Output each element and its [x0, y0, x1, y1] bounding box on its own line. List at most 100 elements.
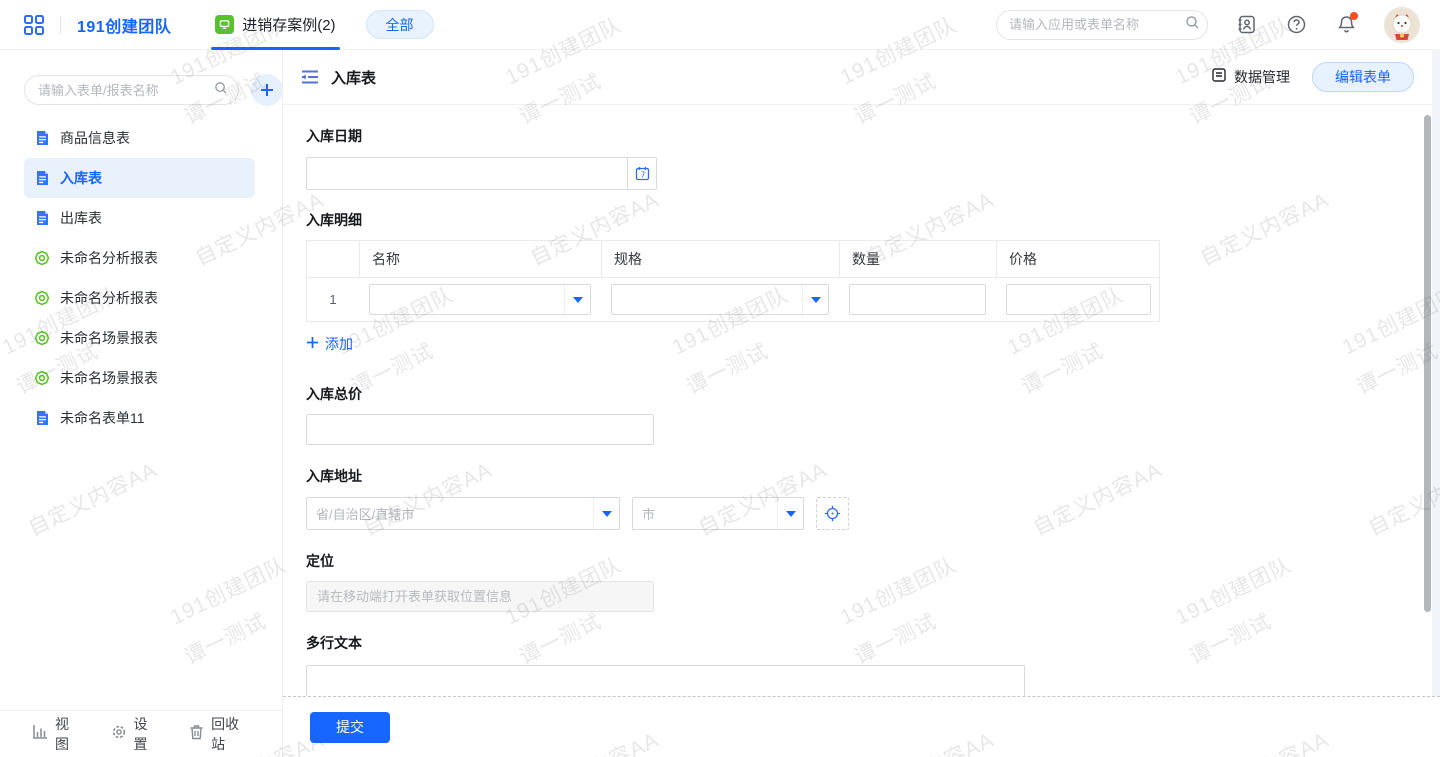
add-row-button[interactable]: 添加	[306, 334, 353, 354]
sidebar-list: 商品信息表入库表出库表未命名分析报表未命名分析报表未命名场景报表未命名场景报表未…	[0, 118, 282, 710]
sidebar-item-label: 未命名分析报表	[60, 288, 158, 308]
sidebar-item[interactable]: 入库表	[24, 158, 255, 198]
header-right	[996, 7, 1420, 43]
city-select[interactable]: 市	[632, 497, 804, 530]
sidebar-item[interactable]: 商品信息表	[24, 118, 255, 158]
detail-index-header	[307, 241, 359, 277]
report-icon	[34, 250, 50, 266]
sidebar-views-label: 视图	[55, 714, 81, 754]
dropdown-caret-icon	[777, 498, 803, 529]
form-content: 入库日期 7 入库明细 名称规格数量价格 1	[283, 105, 1440, 696]
sidebar-item-label: 未命名表单11	[60, 408, 145, 428]
form-doc-icon	[34, 410, 50, 426]
edit-form-button[interactable]: 编辑表单	[1312, 62, 1414, 92]
detail-column-header: 规格	[601, 241, 839, 277]
team-name[interactable]: 191创建团队	[77, 13, 171, 37]
sidebar-item[interactable]: 未命名分析报表	[24, 238, 255, 278]
vertical-scrollbar[interactable]	[1424, 115, 1431, 612]
report-icon	[34, 370, 50, 386]
add-plus-icon	[306, 336, 319, 352]
quantity-input[interactable]	[849, 284, 986, 315]
main-toolbar: 入库表 数据管理 编辑表单	[283, 50, 1440, 105]
recycle-trash-icon	[189, 724, 204, 745]
address-row: 省/自治区/直辖市 市	[306, 497, 1440, 530]
field-label-total: 入库总价	[306, 384, 1440, 404]
sidebar-item-label: 入库表	[60, 168, 102, 188]
form-doc-icon	[34, 210, 50, 226]
sidebar-views-button[interactable]: 视图	[32, 714, 81, 754]
data-manage-icon	[1211, 67, 1227, 88]
sidebar-item[interactable]: 未命名场景报表	[24, 318, 255, 358]
sidebar-item-label: 出库表	[60, 208, 102, 228]
collapse-menu-icon[interactable]	[299, 66, 321, 88]
field-label-date: 入库日期	[306, 126, 1440, 146]
sidebar-item[interactable]: 未命名场景报表	[24, 358, 255, 398]
sidebar-search-row	[24, 74, 258, 106]
row-index: 1	[307, 278, 359, 321]
search-icon	[214, 81, 228, 100]
detail-column-header: 价格	[996, 241, 1161, 277]
settings-gear-icon	[111, 724, 127, 745]
price-input[interactable]	[1006, 284, 1151, 315]
field-label-address: 入库地址	[306, 466, 1440, 486]
calendar-icon[interactable]: 7	[628, 157, 657, 190]
form-footer: 提交	[283, 696, 1440, 757]
spec-select[interactable]	[611, 284, 829, 315]
body-row: 商品信息表入库表出库表未命名分析报表未命名分析报表未命名场景报表未命名场景报表未…	[0, 50, 1440, 757]
sidebar-search-input[interactable]	[38, 83, 214, 98]
dropdown-caret-icon	[593, 498, 619, 529]
form-doc-icon	[34, 130, 50, 146]
views-chart-icon	[32, 724, 48, 745]
sidebar-item[interactable]: 出库表	[24, 198, 255, 238]
report-icon	[34, 330, 50, 346]
field-label-detail: 入库明细	[306, 210, 1440, 230]
province-placeholder: 省/自治区/直辖市	[307, 504, 414, 523]
detail-table-header: 名称规格数量价格	[307, 241, 1159, 278]
app-window: 191创建团队 进销存案例(2) 全部	[0, 0, 1440, 757]
sidebar-search[interactable]	[24, 75, 239, 105]
multiline-textarea[interactable]	[306, 665, 1025, 696]
avatar[interactable]	[1384, 7, 1420, 43]
bell-icon[interactable]	[1334, 13, 1358, 37]
tab-active-underline	[211, 47, 339, 50]
submit-button[interactable]: 提交	[310, 712, 390, 743]
add-form-button[interactable]	[251, 74, 283, 106]
sidebar-item[interactable]: 未命名分析报表	[24, 278, 255, 318]
city-placeholder: 市	[633, 504, 655, 523]
app-green-icon	[215, 15, 234, 34]
global-search[interactable]	[996, 10, 1208, 40]
date-input[interactable]	[306, 157, 628, 190]
tab-app[interactable]: 进销存案例(2)	[211, 0, 339, 50]
form-doc-icon	[34, 170, 50, 186]
date-field: 7	[306, 157, 1440, 190]
detail-column-header: 数量	[839, 241, 996, 277]
dropdown-caret-icon	[564, 285, 590, 314]
filter-all-pill[interactable]: 全部	[366, 10, 434, 39]
province-select[interactable]: 省/自治区/直辖市	[306, 497, 620, 530]
sidebar-recycle-button[interactable]: 回收站	[189, 714, 250, 754]
locate-target-icon[interactable]	[816, 497, 849, 530]
notification-dot	[1350, 12, 1358, 20]
total-price-input[interactable]	[306, 414, 654, 445]
data-manage-label: 数据管理	[1234, 67, 1290, 87]
tab-app-label: 进销存案例(2)	[242, 14, 335, 35]
sidebar-item[interactable]: 未命名表单11	[24, 398, 255, 438]
apps-grid-icon[interactable]	[22, 13, 46, 37]
sidebar-item-label: 未命名场景报表	[60, 368, 158, 388]
contacts-icon[interactable]	[1234, 13, 1258, 37]
sidebar: 商品信息表入库表出库表未命名分析报表未命名分析报表未命名场景报表未命名场景报表未…	[0, 50, 283, 757]
sidebar-item-label: 商品信息表	[60, 128, 130, 148]
dropdown-caret-icon	[802, 285, 828, 314]
sidebar-settings-button[interactable]: 设置	[111, 714, 160, 754]
data-manage-button[interactable]: 数据管理	[1211, 67, 1290, 88]
search-icon	[1185, 15, 1200, 35]
help-icon[interactable]	[1284, 13, 1308, 37]
report-icon	[34, 290, 50, 306]
detail-column-header: 名称	[359, 241, 601, 277]
sidebar-item-label: 未命名分析报表	[60, 248, 158, 268]
name-select[interactable]	[369, 284, 591, 315]
location-input	[306, 581, 654, 612]
global-search-input[interactable]	[1009, 17, 1185, 32]
top-header: 191创建团队 进销存案例(2) 全部	[0, 0, 1440, 50]
edit-form-label: 编辑表单	[1335, 67, 1391, 87]
